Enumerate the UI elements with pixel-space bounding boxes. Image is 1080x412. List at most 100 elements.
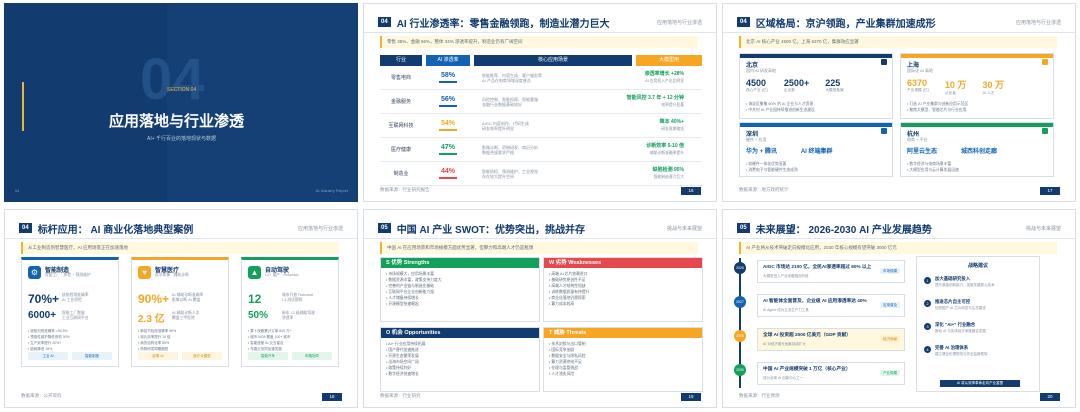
cover-accent-line bbox=[22, 82, 24, 131]
advantage-cell: 缺陷检测 95% 智能制造潜力巨大 bbox=[652, 166, 684, 179]
swot-opportunities: O 机会 Opportunities • AI+ 行业应用持续拓展 • 国产替代加速… bbox=[380, 327, 540, 392]
rate-cell: 47% bbox=[422, 144, 474, 155]
description-cell: 智能推荐、内容生成、客户服务等 AI 产品在电商领域深度普及 bbox=[482, 72, 542, 83]
section-number-watermark: 04 bbox=[140, 47, 205, 112]
cover-subtitle: AI+ 千行百业的落地现状与数据 bbox=[147, 136, 217, 142]
source-note: 数据来源：公开资料 bbox=[21, 393, 62, 398]
strategy-title: 战略建议 bbox=[967, 263, 988, 269]
penetration-table: 行业 AI 渗透率 核心应用场景 大模型用 零售电商 58% 智能推荐、内容生成、客… bbox=[380, 55, 702, 186]
table-row: 制造业 44% 智能质检、预测维护、工业视觉 存在较大提升空间 缺陷检测 95% 智能制… bbox=[380, 162, 702, 186]
shanghai-card: 上海 国际化 AI 高地 6370 产业规模 (亿) 10 万从业者 30 万 AI 人才… bbox=[900, 53, 1054, 119]
advantage-cell: 诊断效率 5-10 倍辅助诊断准确率提升 bbox=[646, 142, 684, 155]
strategy-footer: AI 将从效率革命走向产业重塑 bbox=[940, 380, 1020, 387]
strategy-item: 4 完善 AI 治理体系 建立健全伦理规范与安全监管框架 bbox=[924, 344, 1034, 362]
case-studies-slide[interactable]: 04 标杆应用： AI 商业化落地典型案例 应用落地与行业渗透 从工业制造到智慧医疗… bbox=[4, 209, 358, 408]
cover-footer-right: AI Industry Report bbox=[315, 188, 348, 193]
beijing-card: 北京 国内 AI 研发高地 4500 核心产业 (亿) 2500+ 企业数 225 大模型备… bbox=[739, 53, 893, 119]
industry-cell: 零售电商 bbox=[390, 75, 411, 81]
section-name: 挑战与未来展望 bbox=[666, 225, 702, 232]
timeline-item: AI 智能体全面普及，企业级 AI 应用渗透率达 40% AI Agent 成为主… bbox=[757, 294, 905, 317]
case-card-healthcare: ♥ 智慧医疗 医学影像 · 辅助诊断 90%+ AI 辅助诊断准确率 影像诊断 AI… bbox=[131, 257, 229, 367]
industry-cell: 互联网科技 bbox=[388, 123, 414, 129]
cover-title: 应用落地与行业渗透 bbox=[109, 113, 245, 130]
section-number: 04 bbox=[737, 17, 750, 27]
industry-cell: 医疗健康 bbox=[390, 147, 411, 153]
regional-layout-slide[interactable]: 04 区域格局：京沪领跑，产业集群加速成形 应用落地与行业渗透 北京 AI 核心产业… bbox=[722, 3, 1076, 202]
timeline-year: 2028 bbox=[734, 330, 746, 342]
strategy-item: 2 推进芯片自主可控 加快国产 AI 芯片研发与生态建设 bbox=[924, 298, 1034, 316]
rate-cell: 44% bbox=[422, 168, 474, 179]
region-note: 电商 + 平台 bbox=[907, 137, 928, 142]
future-outlook-slide[interactable]: 05 未来展望： 2026-2030 AI 产业发展趋势 挑战与未来展望 AI 产业… bbox=[722, 209, 1076, 408]
description-cell: 风险控制、智能投顾、智能客服 金融行业数据基础较好 bbox=[482, 96, 538, 107]
shenzhen-card: 深圳 硬件 + 应用 华为 + 腾讯 AI 终端集群 • 软硬件一体化优势显著 • 消… bbox=[739, 122, 893, 177]
advantage-cell: 降本 40%+ 研发周期缩短 bbox=[659, 118, 684, 131]
advantage-cell: 渗透率增长 +28% AI 应用投入产出比明显 bbox=[644, 70, 684, 83]
industry-cell: 金融服务 bbox=[390, 99, 411, 105]
swot-threats: T 威胁 Threats • 技术封锁与出口管制 • 国际竞争加剧 • 数据安全与隐私… bbox=[543, 327, 703, 392]
slide-sorter: 04 SECTION 04 应用落地与行业渗透 AI+ 千行百业的落地现状与数据… bbox=[0, 0, 1080, 412]
advantage-cell: 智能风控 3.7 年 + 12 分钟 效率提升显著 bbox=[626, 94, 684, 107]
section-name: 应用落地与行业渗透 bbox=[656, 19, 702, 26]
source-note: 数据来源：行业研究 bbox=[380, 393, 421, 398]
location-icon bbox=[881, 59, 887, 65]
location-icon bbox=[881, 128, 887, 134]
swot-strengths: S 优势 Strengths • 市场规模大，应用场景丰富 • 数据资源丰富，政策支… bbox=[380, 257, 540, 322]
timeline-year: 2027 bbox=[734, 296, 746, 308]
section-number: 04 bbox=[19, 223, 32, 233]
table-row: 零售电商 58% 智能推荐、内容生成、客户服务等 AI 产品在电商领域深度普及 渗透率… bbox=[380, 66, 702, 90]
table-header: 核心应用场景 bbox=[474, 55, 632, 66]
industry-penetration-slide[interactable]: 04 AI 行业渗透率：零售金融领跑，制造业潜力巨大 应用落地与行业渗透 零售 38… bbox=[363, 3, 717, 202]
hangzhou-card: 杭州 电商 + 平台 阿里云生态 城西科创走廊 • 数字经济与电商场景丰富 • 大模型… bbox=[900, 122, 1054, 177]
page-number: 20 bbox=[1040, 393, 1060, 401]
swot-slide[interactable]: 05 中国 AI 产业 SWOT：优势突出，挑战并存 挑战与未来展望 中国 AI 在… bbox=[363, 209, 717, 408]
page-number: 16 bbox=[681, 187, 701, 195]
timeline-year: 2030 bbox=[734, 364, 746, 376]
timeline-item: 全球 AI 投资超 2000 亿美元（GDP 贡献） AI 对经济增长贡献持续扩大… bbox=[757, 328, 905, 351]
swot-weaknesses: W 劣势 Weaknesses • 高端 AI 芯片依赖进口 • 基础研究原创性不足… bbox=[543, 257, 703, 322]
timeline-item: AIGC 市场达 2100 亿，全民AI渗透率超过 60% 以上 大模型进入产业深… bbox=[757, 260, 905, 283]
page-number: 17 bbox=[1040, 187, 1060, 195]
intro-banner: 中国 AI 在应用场景和市场规模方面优势显著，但算力和高端人才仍是瓶颈 bbox=[380, 242, 698, 254]
table-header: 大模型用 bbox=[636, 55, 702, 66]
heart-icon: ♥ bbox=[138, 266, 151, 279]
region-note: 硬件 + 应用 bbox=[746, 137, 767, 142]
section-name: 应用落地与行业渗透 bbox=[1015, 19, 1061, 26]
cover-slide[interactable]: 04 SECTION 04 应用落地与行业渗透 AI+ 千行百业的落地现状与数据… bbox=[4, 3, 358, 202]
header-divider bbox=[364, 32, 716, 33]
page-number: 19 bbox=[681, 393, 701, 401]
table-row: 金融服务 56% 风险控制、智能投顾、智能客服 金融行业数据基础较好 智能风控 3.7… bbox=[380, 90, 702, 114]
header-divider bbox=[5, 238, 357, 239]
section-number: 05 bbox=[737, 223, 750, 233]
slide-title: 标杆应用： AI 商业化落地典型案例 bbox=[37, 224, 194, 236]
section-number: 05 bbox=[378, 223, 391, 233]
slide-title: 中国 AI 产业 SWOT：优势突出，挑战并存 bbox=[396, 224, 586, 236]
rate-cell: 58% bbox=[422, 72, 474, 83]
description-cell: 影像诊断、药物研发、病历分析 数据合规要求严格 bbox=[482, 144, 538, 155]
description-cell: AIGC 内容创作、代码生成 研发效率提升明显 bbox=[482, 120, 529, 131]
header-divider bbox=[364, 238, 716, 239]
section-number: 04 bbox=[378, 17, 391, 27]
table-header: AI 渗透率 bbox=[426, 55, 470, 66]
location-icon bbox=[1042, 128, 1048, 134]
section-label: SECTION 04 bbox=[167, 87, 197, 93]
rate-cell: 54% bbox=[422, 120, 474, 131]
header-divider bbox=[723, 32, 1075, 33]
intro-banner: 零售 38%、金融 56%，整体 34% 渗透率提升，制造业仍有广阔空间 bbox=[380, 36, 698, 48]
slide-title: 未来展望： 2026-2030 AI 产业发展趋势 bbox=[755, 224, 932, 236]
case-card-manufacturing: ⚙ 智能制造 智能工厂 · 质检 + 预测维护 70%+ 缺陷检测准确率 AI 工业… bbox=[21, 257, 119, 367]
gear-icon: ⚙ bbox=[28, 266, 41, 279]
table-row: 互联网科技 54% AIGC 内容创作、代码生成 研发效率提升明显 降本 40%+ 研发… bbox=[380, 114, 702, 138]
cover-footer: 04 bbox=[15, 188, 20, 193]
table-row: 医疗健康 47% 影像诊断、药物研发、病历分析 数据合规要求严格 诊断效率 5-10 … bbox=[380, 138, 702, 162]
timeline-item: 中国 AI 产业规模突破 1 万亿（核心产业） 成为全球 AI 创新中心之一 产业规… bbox=[757, 362, 905, 385]
slide-title: 区域格局：京沪领跑，产业集群加速成形 bbox=[755, 18, 936, 30]
strategy-item: 3 深化 “AI+” 行业融合 推动 AI 与实体经济深度融合发展 bbox=[924, 321, 1034, 339]
rate-cell: 56% bbox=[422, 96, 474, 107]
intro-banner: 北京 AI 核心产业 4500 亿，上海 6370 亿，集群效应显著 bbox=[739, 36, 1057, 48]
case-card-autonomous-driving: ▲ 自动驾驶 L2+ 量产 · Robotaxi 12 城市开放 Robotaxi … bbox=[241, 257, 339, 367]
table-header: 行业 bbox=[380, 55, 422, 66]
industry-cell: 制造业 bbox=[393, 171, 409, 177]
slide-title: AI 行业渗透率：零售金融领跑，制造业潜力巨大 bbox=[396, 18, 610, 30]
section-name: 挑战与未来展望 bbox=[1025, 225, 1061, 232]
